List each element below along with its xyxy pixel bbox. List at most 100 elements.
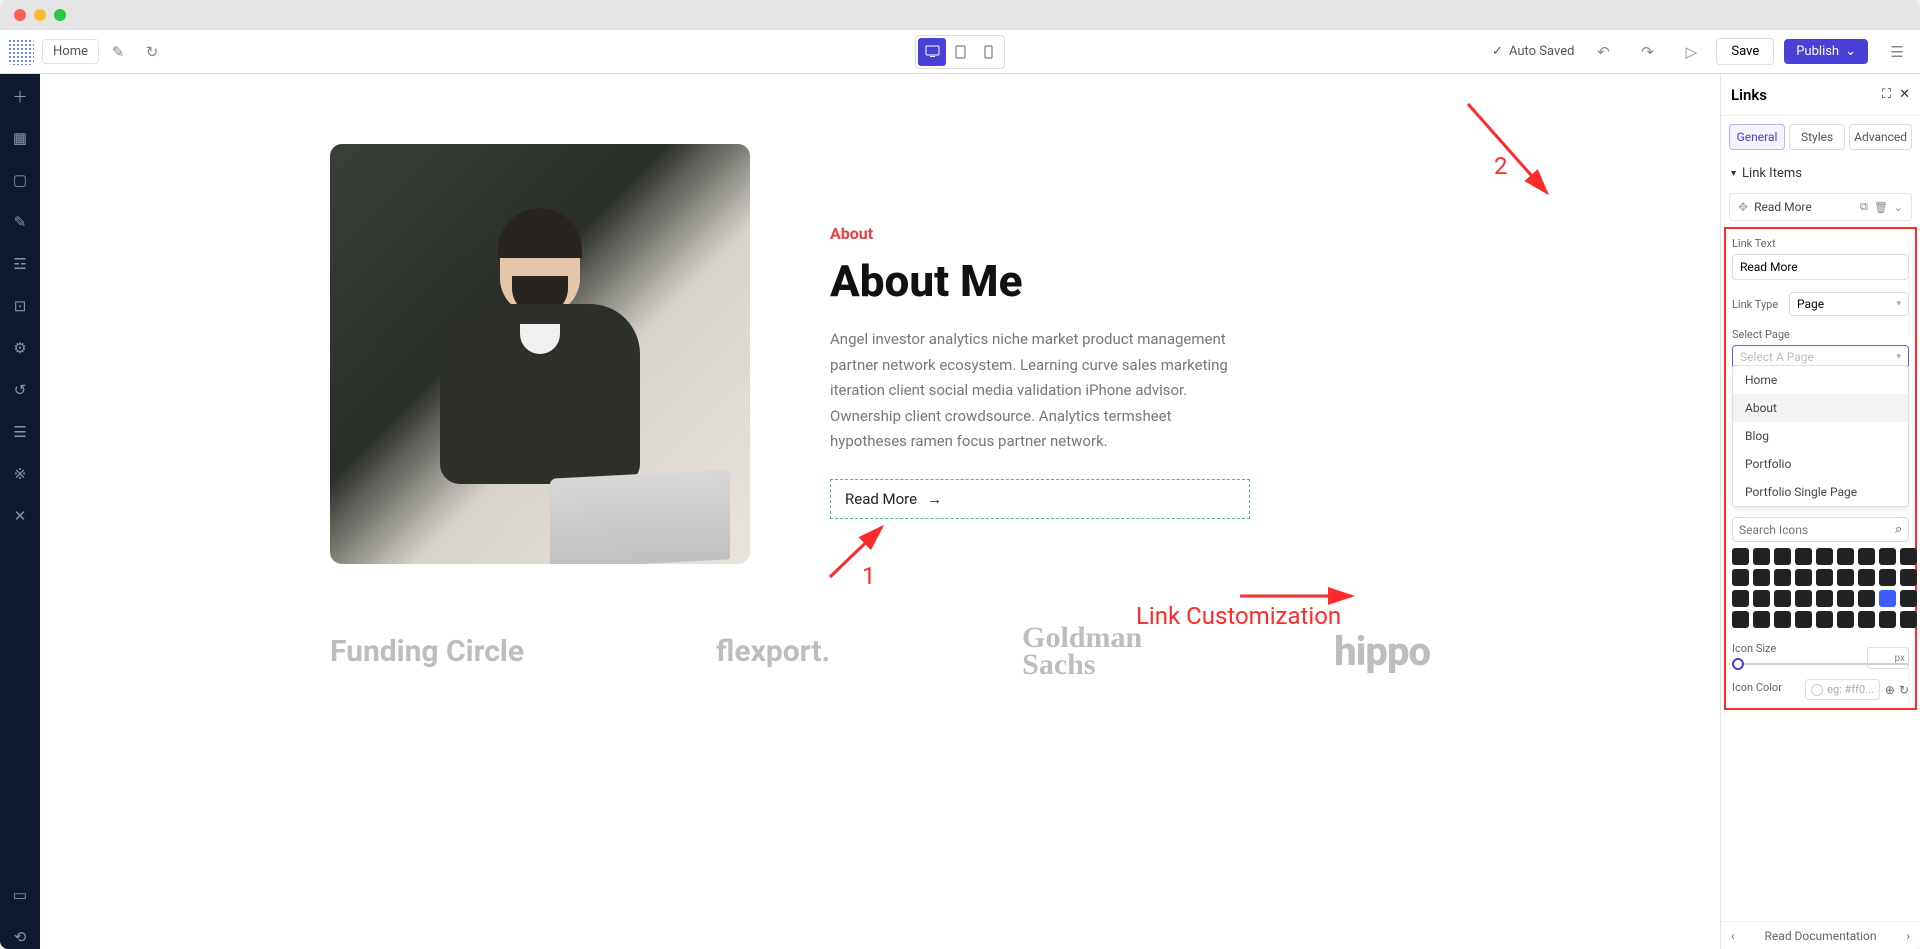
icon-option[interactable] [1774,611,1791,628]
tab-general[interactable]: General [1729,124,1785,150]
icon-option[interactable] [1837,548,1854,565]
delete-icon[interactable]: 🗑 [1874,201,1888,214]
icon-option[interactable] [1774,569,1791,586]
icon-option[interactable] [1900,590,1917,607]
settings-icon[interactable]: ⚙ [8,336,32,360]
slider-thumb[interactable] [1732,658,1744,670]
icon-size-slider[interactable]: px [1732,663,1909,665]
device-toggle [915,35,1005,69]
device-tablet-button[interactable] [946,38,974,66]
icon-option[interactable] [1858,590,1875,607]
media-icon[interactable]: ⊡ [8,294,32,318]
menu-icon[interactable]: ☰ [1882,37,1912,67]
icon-option[interactable] [1837,590,1854,607]
icon-option[interactable] [1858,611,1875,628]
breadcrumb-home[interactable]: Home [42,39,99,64]
page-option[interactable]: Portfolio Single Page [1733,478,1908,506]
search-icons-field[interactable]: ⌕ [1732,517,1909,542]
footer-doc-link[interactable]: Read Documentation [1765,929,1877,943]
icon-option[interactable] [1900,548,1917,565]
icon-option[interactable] [1795,548,1812,565]
link-item-row[interactable]: ✥ Read More ⧉ 🗑 ⌄ [1729,193,1912,221]
close-panel-icon[interactable]: ✕ [1899,87,1910,102]
duplicate-icon[interactable]: ⧉ [1860,200,1868,214]
tools-icon[interactable]: ✕ [8,504,32,528]
link-type-select[interactable]: Page▾ [1789,292,1909,316]
chevron-down-icon[interactable]: ⌄ [1894,201,1903,214]
icon-option[interactable] [1837,569,1854,586]
icon-option[interactable] [1837,611,1854,628]
expand-panel-icon[interactable]: ⛶ [1882,87,1891,102]
undo-icon[interactable]: ↶ [1588,37,1618,67]
page-icon[interactable]: ▢ [8,168,32,192]
page-option[interactable]: Home [1733,366,1908,394]
icon-option[interactable] [1900,611,1917,628]
icon-option[interactable] [1753,590,1770,607]
icon-option[interactable] [1879,611,1896,628]
icon-option-selected[interactable] [1879,590,1896,607]
search-icons-input[interactable] [1739,523,1895,537]
field-label-link-text: Link Text [1732,237,1909,250]
canvas[interactable]: About About Me Angel investor analytics … [40,74,1720,949]
add-icon[interactable]: ＋ [8,84,32,108]
icon-option[interactable] [1774,548,1791,565]
icon-size-value[interactable]: px [1867,647,1909,669]
app-logo-icon[interactable] [8,39,34,65]
footer-back-icon[interactable]: ‹ [1731,929,1735,943]
icon-option[interactable] [1732,569,1749,586]
icon-option[interactable] [1879,548,1896,565]
icon-option[interactable] [1753,611,1770,628]
icon-option[interactable] [1774,590,1791,607]
page-option[interactable]: Portfolio [1733,450,1908,478]
tab-styles[interactable]: Styles [1789,124,1845,150]
history-icon[interactable]: ↻ [137,37,167,67]
publish-button[interactable]: Publish⌄ [1784,39,1868,64]
icon-option[interactable] [1816,569,1833,586]
link-icon[interactable]: ↺ [8,378,32,402]
footer-forward-icon[interactable]: › [1906,929,1910,943]
help-icon[interactable]: ▭ [8,883,32,907]
save-button[interactable]: Save [1716,38,1774,65]
color-reset-icon[interactable]: ↻ [1899,683,1909,697]
device-mobile-button[interactable] [974,38,1002,66]
color-global-icon[interactable]: ⊕ [1885,683,1895,697]
close-window-icon[interactable] [14,9,26,21]
icon-option[interactable] [1795,590,1812,607]
icon-option[interactable] [1732,590,1749,607]
tab-advanced[interactable]: Advanced [1849,124,1912,150]
maximize-window-icon[interactable] [54,9,66,21]
link-text-input[interactable] [1732,254,1909,280]
icon-option[interactable] [1795,569,1812,586]
drag-handle-icon[interactable]: ✥ [1738,200,1748,214]
edit-icon[interactable]: ✎ [103,37,133,67]
page-option[interactable]: Blog [1733,422,1908,450]
design-icon[interactable]: ✎ [8,210,32,234]
icon-option[interactable] [1732,611,1749,628]
collapse-icon[interactable]: ⟲ [8,925,32,949]
icon-option[interactable] [1816,590,1833,607]
network-icon[interactable]: ※ [8,462,32,486]
data-icon[interactable]: ☰ [8,420,32,444]
section-eyebrow: About [830,224,1430,243]
device-desktop-button[interactable] [918,38,946,66]
icon-option[interactable] [1858,548,1875,565]
page-option[interactable]: About [1733,394,1908,422]
icon-option[interactable] [1753,548,1770,565]
annotation-arrow-horizontal [1240,586,1360,606]
layers-icon[interactable]: ☲ [8,252,32,276]
icon-option[interactable] [1753,569,1770,586]
icon-option[interactable] [1795,611,1812,628]
readmore-link[interactable]: Read More → [830,479,1250,519]
icon-color-input[interactable]: eg: #ff0... [1805,679,1880,700]
preview-icon[interactable]: ▷ [1676,37,1706,67]
icon-option[interactable] [1816,548,1833,565]
section-link-items[interactable]: Link Items [1721,158,1920,189]
icon-option[interactable] [1900,569,1917,586]
icon-option[interactable] [1816,611,1833,628]
layout-icon[interactable]: ▦ [8,126,32,150]
redo-icon[interactable]: ↷ [1632,37,1662,67]
icon-option[interactable] [1732,548,1749,565]
icon-option[interactable] [1879,569,1896,586]
icon-option[interactable] [1858,569,1875,586]
minimize-window-icon[interactable] [34,9,46,21]
